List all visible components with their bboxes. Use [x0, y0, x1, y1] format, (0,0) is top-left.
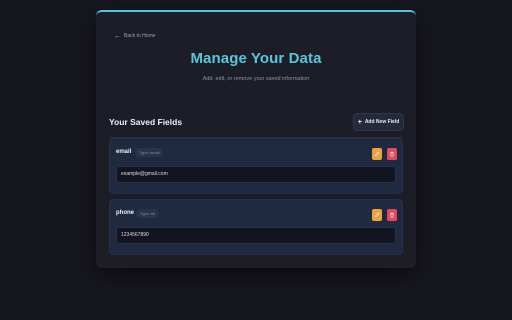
manage-data-card: ← Back to Home Manage Your Data Add, edi…: [96, 10, 416, 268]
add-new-field-button[interactable]: + Add New Field: [353, 113, 404, 131]
edit-field-button[interactable]: [372, 148, 382, 160]
edit-field-button[interactable]: [372, 209, 382, 221]
trash-icon: [390, 151, 394, 157]
delete-field-button[interactable]: [387, 148, 397, 160]
back-link-label: Back to Home: [124, 33, 156, 39]
field-value-input[interactable]: example@gmail.com: [116, 166, 396, 183]
pencil-icon: [374, 212, 380, 218]
field-name: phone: [116, 210, 134, 216]
field-name: email: [116, 149, 132, 155]
delete-field-button[interactable]: [387, 209, 397, 221]
back-to-home-link[interactable]: ← Back to Home: [110, 30, 159, 42]
page-subtitle: Add, edit, or remove your saved informat…: [202, 76, 310, 82]
plus-icon: +: [357, 118, 362, 126]
field-type-badge: Type: tel: [136, 209, 160, 218]
trash-icon: [390, 212, 394, 218]
field-value-input[interactable]: 1234567890: [116, 227, 396, 244]
field-card-phone: phone Type: tel 1234567890: [109, 199, 403, 255]
field-type-badge: Type: email: [135, 148, 164, 157]
page-title: Manage Your Data: [190, 50, 322, 67]
add-button-label: Add New Field: [364, 119, 400, 125]
field-card-email: email Type: email example@gmail.com: [109, 138, 403, 194]
pencil-icon: [374, 151, 380, 157]
arrow-left-icon: ←: [114, 32, 121, 40]
section-title: Your Saved Fields: [109, 117, 183, 127]
